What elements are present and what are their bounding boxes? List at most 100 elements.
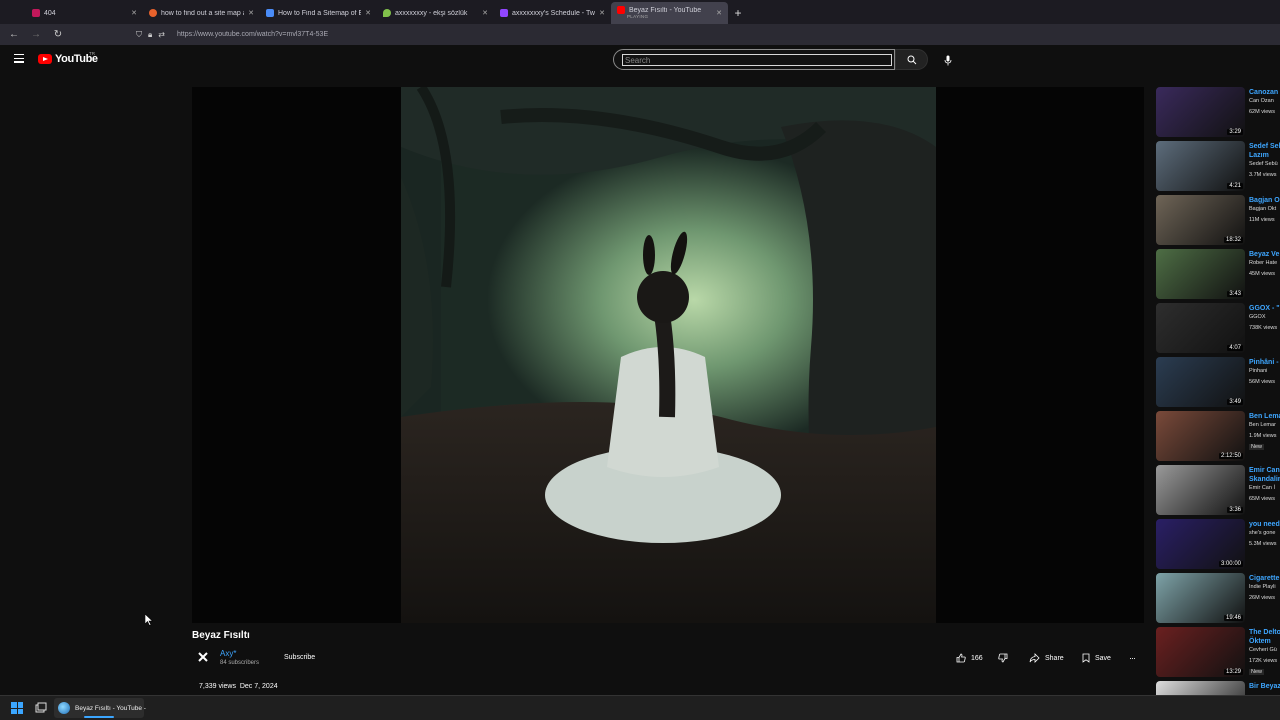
back-icon[interactable]: ← [8, 29, 20, 40]
recommended-video[interactable]: 3:43 Beyaz Ve Rober Hate 45M views [1156, 249, 1280, 299]
recommended-title[interactable]: The Delto Öktem [1249, 628, 1280, 646]
video-thumbnail[interactable]: 3:00:00 [1156, 519, 1245, 569]
more-actions-button[interactable]: ··· [1129, 653, 1136, 663]
duration-badge: 19:46 [1223, 615, 1243, 621]
dislike-button[interactable] [998, 653, 1008, 663]
recommended-video[interactable]: 2:12:50 Ben Lema Ben Lemar 1.9M views New [1156, 411, 1280, 461]
save-button[interactable]: Save [1082, 653, 1111, 663]
recommended-title[interactable]: Bir Beyaz [1249, 682, 1280, 691]
permissions-icon[interactable]: ⇄ [158, 30, 165, 40]
browser-tab[interactable]: axxxxxxxy's Schedule - Twitch ✕ [494, 2, 611, 24]
channel-name-link[interactable]: Axy* [220, 649, 236, 658]
video-thumbnail[interactable]: 3:29 [1156, 87, 1245, 137]
tab-close-icon[interactable]: ✕ [365, 9, 371, 17]
lock-icon[interactable]: 🔒︎ [148, 30, 152, 40]
recommended-title[interactable]: Bagjan O [1249, 196, 1280, 205]
tab-close-icon[interactable]: ✕ [248, 9, 254, 17]
duration-badge: 3:36 [1227, 507, 1243, 513]
share-button[interactable]: Share [1029, 653, 1064, 663]
recommended-channel[interactable]: Pinhani [1249, 368, 1267, 374]
upload-date: Dec 7, 2024 [239, 683, 278, 690]
taskbar-app-browser[interactable]: Beyaz Fısıltı - YouTube - [54, 698, 146, 718]
recommended-video[interactable]: 3:49 Pinhâni - Pinhani 56M views [1156, 357, 1280, 407]
tab-close-icon[interactable]: ✕ [716, 9, 722, 17]
video-thumbnail[interactable]: 18:32 [1156, 195, 1245, 245]
like-button[interactable]: 166 [956, 653, 983, 663]
microphone-icon[interactable] [942, 53, 954, 67]
recommended-title[interactable]: you need [1249, 520, 1280, 529]
thumbs-up-icon [956, 653, 966, 663]
video-player[interactable] [192, 87, 1144, 623]
address-bar[interactable]: https://www.youtube.com/watch?v=mvl37T4-… [177, 31, 328, 38]
reload-icon[interactable]: ↻ [52, 29, 64, 40]
recommended-channel[interactable]: Emir Can İ [1249, 485, 1275, 491]
recommended-video[interactable]: 19:46 Cigarette Indie Playli 26M views [1156, 573, 1280, 623]
video-thumbnail[interactable]: 4:07 [1156, 303, 1245, 353]
mouse-cursor-icon [145, 614, 153, 626]
recommended-video[interactable]: 4:21 Sedef Sel Lazım Sedef Sebü 3.7M views [1156, 141, 1280, 191]
recommended-title[interactable]: Canozan [1249, 88, 1278, 97]
recommended-video[interactable]: 4:07 GGOX - " GGOX 738K views [1156, 303, 1280, 353]
recommended-title[interactable]: Sedef Sel Lazım [1249, 142, 1280, 160]
video-thumbnail[interactable]: 3:49 [1156, 357, 1245, 407]
menu-icon[interactable] [14, 54, 24, 65]
recommended-channel[interactable]: Rober Hate [1249, 260, 1277, 266]
new-badge: New [1249, 669, 1265, 675]
shield-icon[interactable]: ⛉ [136, 30, 142, 40]
recommended-video[interactable]: 18:32 Bagjan O Bagjan Okt 11M views [1156, 195, 1280, 245]
tab-label: axxxxxxxy's Schedule - Twitch [512, 9, 595, 17]
tab-label: How to Find a Sitemap of Ever [278, 9, 362, 17]
recommended-video[interactable]: 13:29 The Delto Öktem Cevheri Gü 172K views… [1156, 627, 1280, 677]
recommended-title[interactable]: Cigarette [1249, 574, 1279, 583]
recommended-channel[interactable]: Ben Lemar [1249, 422, 1276, 428]
video-thumbnail[interactable]: 2:12:50 [1156, 411, 1245, 461]
video-thumbnail[interactable]: 3:43 [1156, 249, 1245, 299]
channel-avatar[interactable] [198, 652, 208, 662]
search-button[interactable] [895, 49, 928, 70]
recommended-channel[interactable]: GGOX [1249, 314, 1266, 320]
video-thumbnail[interactable]: 19:46 [1156, 573, 1245, 623]
task-view-icon[interactable] [35, 702, 47, 714]
browser-tab[interactable]: how to find out a site map at b ✕ [143, 2, 260, 24]
new-badge: New [1249, 444, 1265, 450]
video-thumbnail[interactable]: 3:36 [1156, 465, 1245, 515]
recommended-video[interactable]: 3:29 Canozan Can Ozan 62M views [1156, 87, 1280, 137]
browser-tab[interactable]: 404 ✕ [26, 2, 143, 24]
recommended-channel[interactable]: she's gone [1249, 530, 1275, 536]
browser-tab[interactable]: axxxxxxxy - ekşi sözlük ✕ [377, 2, 494, 24]
duration-badge: 2:12:50 [1218, 453, 1243, 459]
tab-close-icon[interactable]: ✕ [131, 9, 137, 17]
forward-icon[interactable]: → [30, 29, 42, 40]
recommended-channel[interactable]: Cevheri Gü [1249, 647, 1277, 653]
browser-app-icon [58, 702, 70, 714]
youtube-logo[interactable]: YouTube TR [38, 51, 98, 65]
view-count: 7,339 views [199, 683, 236, 690]
start-button-icon[interactable] [11, 702, 23, 714]
recommended-title[interactable]: Pinhâni - [1249, 358, 1279, 367]
recommended-title[interactable]: Ben Lema [1249, 412, 1280, 421]
tab-close-icon[interactable]: ✕ [599, 9, 605, 17]
video-frame[interactable] [401, 87, 936, 623]
search-icon [907, 55, 916, 64]
taskbar-app-label: Beyaz Fısıltı - YouTube - [75, 704, 146, 712]
recommended-title[interactable]: GGOX - " [1249, 304, 1280, 313]
recommended-channel[interactable]: Bagjan Okt [1249, 206, 1276, 212]
recommended-title[interactable]: Emir Can Skandalin [1249, 466, 1280, 484]
tab-close-icon[interactable]: ✕ [482, 9, 488, 17]
browser-tab-active[interactable]: Beyaz Fısıltı - YouTube PLAYING ✕ [611, 2, 728, 24]
video-thumbnail[interactable]: 13:29 [1156, 627, 1245, 677]
share-icon [1029, 653, 1040, 663]
browser-tab[interactable]: How to Find a Sitemap of Ever ✕ [260, 2, 377, 24]
search-box [613, 49, 895, 70]
recommended-channel[interactable]: Sedef Sebü [1249, 161, 1278, 167]
search-input[interactable] [622, 54, 892, 66]
recommended-channel[interactable]: Can Ozan [1249, 98, 1274, 104]
tab-playing-label: PLAYING [627, 14, 649, 19]
recommended-video[interactable]: 3:36 Emir Can Skandalin Emir Can İ 65M view… [1156, 465, 1280, 515]
video-thumbnail[interactable]: 4:21 [1156, 141, 1245, 191]
recommended-channel[interactable]: Indie Playli [1249, 584, 1276, 590]
new-tab-button[interactable]: + [728, 2, 748, 24]
recommended-title[interactable]: Beyaz Ve [1249, 250, 1279, 259]
recommended-video[interactable]: 3:00:00 you need she's gone 5.3M views [1156, 519, 1280, 569]
subscribe-button[interactable]: Subscribe [284, 654, 315, 661]
